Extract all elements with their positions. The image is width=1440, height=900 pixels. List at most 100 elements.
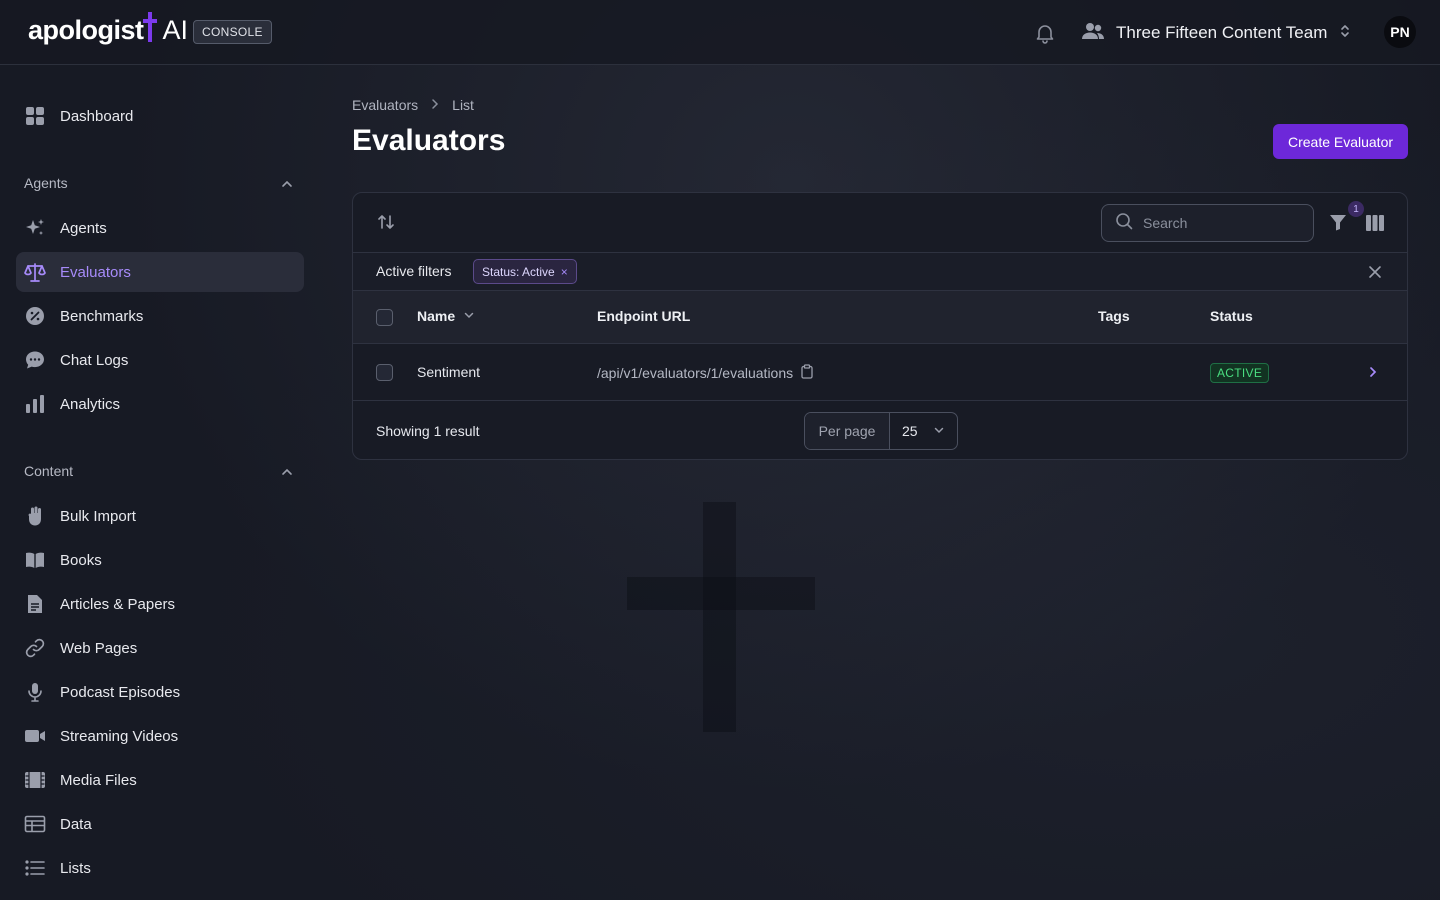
sidebar-item-analytics[interactable]: Analytics [16,384,304,424]
background-cross-bar [627,577,815,610]
row-endpoint-url: /api/v1/evaluators/1/evaluations [597,364,813,382]
sidebar-item-label: Dashboard [60,107,134,125]
chevron-up-icon [280,177,294,194]
logo-cross-icon [142,11,157,42]
sidebar-item-label: Data [60,815,92,833]
column-header-status: Status [1210,308,1253,324]
filter-count-badge: 1 [1348,201,1364,217]
list-bullets-icon [24,857,46,879]
chevron-up-down-icon [1339,23,1351,44]
evaluators-table-card: 1 Active filters Status: Active × Name E… [352,192,1408,460]
search-field[interactable] [1101,204,1314,242]
sidebar-item-agents[interactable]: Agents [16,208,304,248]
sidebar-item-streaming-videos[interactable]: Streaming Videos [16,716,304,756]
chevron-down-icon [933,423,945,439]
per-page-value: 25 [902,423,918,439]
per-page-select[interactable]: Per page 25 [804,412,958,450]
chat-bubble-icon [24,349,46,371]
row-name: Sentiment [417,364,481,380]
results-summary: Showing 1 result [376,423,480,439]
active-filters-bar: Active filters Status: Active × [353,253,1407,291]
console-badge: CONSOLE [193,20,272,44]
column-header-label: Name [417,308,456,324]
background-cross [703,502,736,732]
sidebar-item-label: Media Files [60,771,137,789]
sidebar-item-benchmarks[interactable]: Benchmarks [16,296,304,336]
book-open-icon [24,549,46,571]
status-badge: ACTIVE [1210,363,1270,383]
sidebar-item-label: Podcast Episodes [60,683,181,701]
sidebar-item-label: Books [60,551,102,569]
upload-hand-icon [24,505,46,527]
filter-funnel-icon[interactable] [1329,213,1347,236]
column-header-name[interactable]: Name [417,308,475,324]
dashboard-grid-icon [24,105,46,127]
per-page-label: Per page [805,413,890,449]
table-footer: Showing 1 result Per page 25 [353,401,1407,459]
sidebar-item-label: Chat Logs [60,351,129,369]
column-header-endpoint-url: Endpoint URL [597,308,691,324]
filter-chip-label: Status: Active [482,264,555,279]
sidebar-group-content[interactable]: Content [24,463,296,483]
create-evaluator-button[interactable]: Create Evaluator [1273,124,1408,159]
document-icon [24,593,46,615]
sidebar-item-label: Analytics [60,395,121,413]
group-label: Agents [24,175,68,191]
search-input[interactable] [1143,215,1293,231]
table-row[interactable]: Sentiment /api/v1/evaluators/1/evaluatio… [353,344,1407,401]
sidebar-item-label: Articles & Papers [60,595,176,613]
notifications-bell-icon[interactable] [1033,21,1057,45]
sidebar-item-podcast-episodes[interactable]: Podcast Episodes [16,672,304,712]
percent-badge-icon [24,305,46,327]
user-avatar[interactable]: PN [1384,16,1416,48]
page-title: Evaluators [352,124,506,157]
remove-filter-icon[interactable]: × [561,265,568,279]
team-switcher[interactable]: Three Fifteen Content Team [1082,18,1351,48]
sidebar-item-label: Agents [60,219,107,237]
sidebar-item-lists[interactable]: Lists [16,848,304,888]
sort-arrows-icon[interactable] [376,212,396,237]
logo-ai: AI [162,15,189,45]
sidebar-item-label: Streaming Videos [60,727,179,745]
sidebar-item-evaluators[interactable]: Evaluators [16,252,304,292]
column-header-tags: Tags [1098,308,1130,324]
bar-chart-icon [24,393,46,415]
users-icon [1082,22,1104,45]
per-page-value-dropdown[interactable]: 25 [890,413,957,449]
breadcrumb-item-evaluators[interactable]: Evaluators [352,97,418,113]
filter-chip-status[interactable]: Status: Active × [473,259,577,284]
breadcrumb: Evaluators List [352,97,474,113]
top-bar: apologist AI CONSOLE Three Fifteen Conte… [0,0,1440,65]
row-checkbox[interactable] [376,364,393,381]
select-all-checkbox[interactable] [376,309,393,326]
sidebar-item-articles-papers[interactable]: Articles & Papers [16,584,304,624]
sidebar-item-dashboard[interactable]: Dashboard [16,96,304,136]
app-logo[interactable]: apologist AI [28,11,189,46]
table-icon [24,813,46,835]
chevron-right-icon[interactable] [1367,365,1379,384]
breadcrumb-item-list: List [452,97,474,113]
endpoint-url-text: /api/v1/evaluators/1/evaluations [597,365,794,381]
clipboard-copy-icon[interactable] [801,364,813,382]
sidebar-item-web-pages[interactable]: Web Pages [16,628,304,668]
sidebar-item-chat-logs[interactable]: Chat Logs [16,340,304,380]
sidebar-item-media-files[interactable]: Media Files [16,760,304,800]
logo-wordmark: apologist [28,15,144,45]
search-icon [1115,212,1133,235]
clear-filters-close-icon[interactable] [1368,265,1382,284]
team-name: Three Fifteen Content Team [1116,23,1328,42]
sidebar-item-books[interactable]: Books [16,540,304,580]
sidebar: Dashboard Agents Agents Evaluators Bench… [0,65,320,900]
sidebar-group-agents[interactable]: Agents [24,175,296,195]
link-icon [24,637,46,659]
sidebar-item-label: Bulk Import [60,507,136,525]
table-toolbar: 1 [353,193,1407,253]
scale-icon [24,261,46,283]
columns-toggle-icon[interactable] [1365,214,1385,237]
sidebar-item-data[interactable]: Data [16,804,304,844]
chevron-right-icon [430,97,440,113]
active-filters-label: Active filters [376,263,452,279]
video-camera-icon [24,725,46,747]
sidebar-item-bulk-import[interactable]: Bulk Import [16,496,304,536]
sidebar-item-label: Web Pages [60,639,138,657]
